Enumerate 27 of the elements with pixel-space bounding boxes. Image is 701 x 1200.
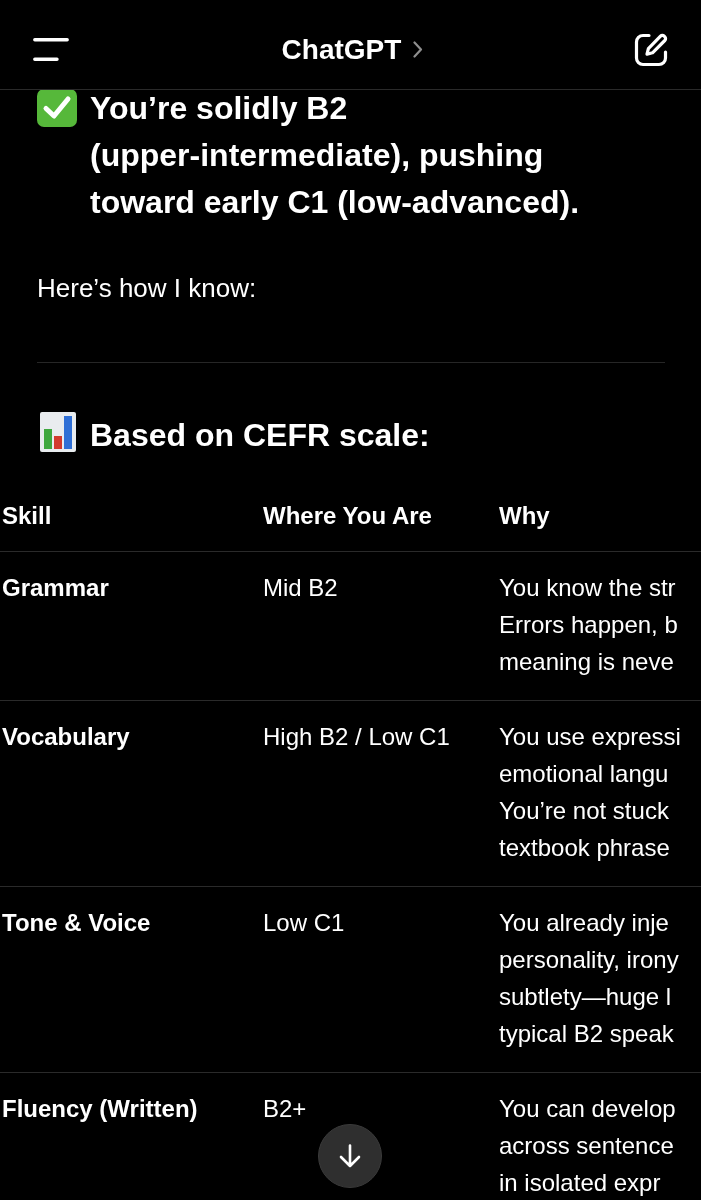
arrow-down-icon (339, 1144, 361, 1168)
menu-button[interactable] (33, 38, 69, 61)
pencil-square-icon (634, 32, 668, 67)
table-cell-text: Grammar (2, 573, 109, 603)
section-heading: Based on CEFR scale: (90, 417, 430, 453)
table-cell-text: You can develop across sentence in isolated expr (499, 1094, 676, 1198)
column-header: Where You Are (263, 501, 432, 531)
chevron-icon (413, 41, 424, 58)
check-mark-icon (37, 89, 77, 127)
column-header: Why (499, 501, 550, 531)
table-cell-text: High B2 / Low C1 (263, 722, 450, 752)
table-cell-text: Mid B2 (263, 573, 338, 603)
table-cell-text: Vocabulary (2, 722, 130, 752)
table-cell-text: Fluency (Written) (2, 1094, 198, 1124)
column-header: Skill (2, 501, 52, 531)
table-cell-text: Tone & Voice (2, 908, 151, 938)
table-cell-text: You know the str Errors happen, b meaning is neve (499, 573, 678, 677)
table-cell-text: B2+ (263, 1094, 307, 1124)
bar-chart-icon (40, 412, 76, 452)
new-chat-button[interactable] (634, 32, 668, 67)
headline-text: You’re solidly B2 (upper-intermediate), pushing toward early C1 (low-advanced). (90, 89, 580, 222)
model-picker-button[interactable]: ChatGPT (277, 33, 424, 66)
intro-text: Here’s how I know: (37, 272, 258, 305)
table-cell-text: Low C1 (263, 908, 345, 938)
table-cell-text: You use expressi emotional langu You’re not stuck textbook phrase (499, 722, 681, 863)
menu-icon (33, 38, 69, 61)
table-cell-text: You already inje personality, irony subtlety—huge l typical B2 speak (499, 908, 679, 1049)
